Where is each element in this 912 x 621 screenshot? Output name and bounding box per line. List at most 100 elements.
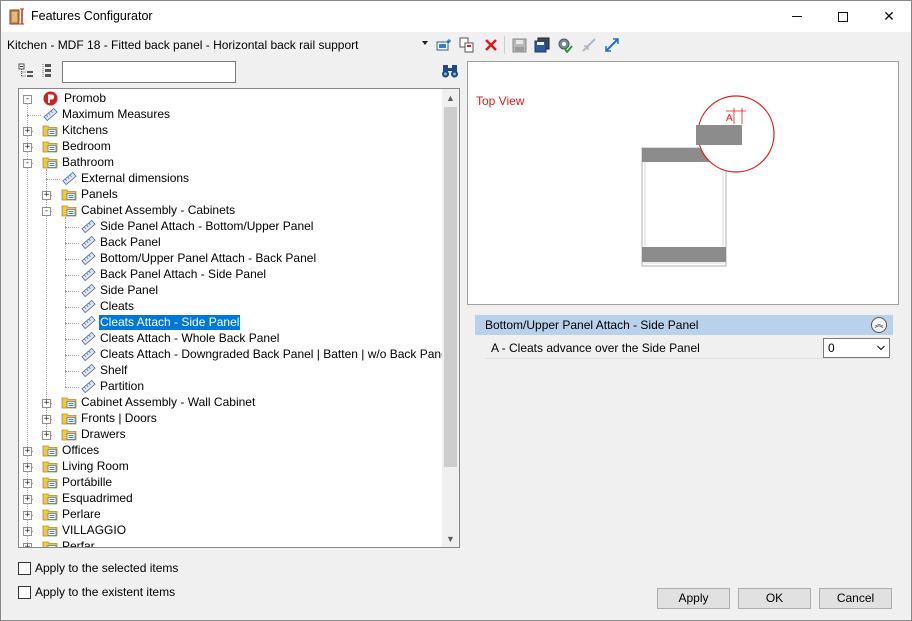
- tree-node[interactable]: External dimensions: [19, 171, 439, 187]
- item-icon: [81, 283, 96, 298]
- delete-configuration-button[interactable]: [482, 36, 500, 54]
- features-tree[interactable]: - Promob Maximum Measures + Kitchens + Bedroom…: [18, 88, 460, 548]
- tree-node[interactable]: + Offices: [19, 443, 439, 459]
- tree-node[interactable]: + Fronts | Doors: [19, 411, 439, 427]
- cancel-button[interactable]: Cancel: [819, 588, 892, 609]
- dropdown-arrow-icon[interactable]: [422, 41, 428, 45]
- tree-node[interactable]: + Esquadrimed: [19, 491, 439, 507]
- apply-selected-checkbox[interactable]: [18, 561, 31, 575]
- maximize-button[interactable]: [820, 1, 866, 32]
- folder-icon: [42, 461, 58, 473]
- tree-node[interactable]: - Cabinet Assembly - Cabinets: [19, 203, 439, 219]
- tree-node[interactable]: Side Panel: [19, 283, 439, 299]
- tree-node[interactable]: Cleats: [19, 299, 439, 315]
- ok-button[interactable]: OK: [738, 588, 811, 609]
- window-title: Features Configurator: [31, 9, 153, 23]
- save-as-button[interactable]: [533, 36, 551, 54]
- save-button[interactable]: [510, 36, 528, 54]
- tree-node[interactable]: Shelf: [19, 363, 439, 379]
- folder-icon: [42, 493, 58, 505]
- search-input[interactable]: [62, 61, 236, 83]
- tree-node[interactable]: + Perlare: [19, 507, 439, 523]
- expand-node-icon[interactable]: +: [23, 527, 32, 536]
- tree-node-label: Shelf: [100, 363, 128, 377]
- tree-node[interactable]: Partition: [19, 379, 439, 395]
- item-icon: [81, 315, 96, 330]
- tree-node[interactable]: Cleats Attach - Whole Back Panel: [19, 331, 439, 347]
- tree-connector: [27, 547, 33, 548]
- expand-node-icon[interactable]: +: [23, 463, 32, 472]
- tree-node[interactable]: + Living Room: [19, 459, 439, 475]
- tree-node-label: Portábille: [62, 475, 113, 489]
- expand-node-icon[interactable]: +: [42, 191, 51, 200]
- tree-scrollbar[interactable]: ▲ ▼: [442, 89, 459, 547]
- apply-button[interactable]: Apply: [657, 588, 730, 609]
- tree-node[interactable]: Back Panel Attach - Side Panel: [19, 267, 439, 283]
- item-icon: [81, 299, 96, 314]
- settings-button[interactable]: [556, 36, 574, 54]
- toolbar-separator: [504, 36, 505, 54]
- expand-node-icon[interactable]: +: [23, 543, 32, 547]
- expand-node-icon[interactable]: +: [23, 143, 32, 152]
- add-configuration-button[interactable]: [435, 36, 453, 54]
- expand-node-icon[interactable]: +: [23, 127, 32, 136]
- tree-node-label: Perfar: [62, 539, 95, 548]
- expand-node-icon[interactable]: +: [23, 511, 32, 520]
- copy-configuration-button[interactable]: [458, 36, 476, 54]
- tree-node[interactable]: Back Panel: [19, 235, 439, 251]
- tree-node[interactable]: + Drawers: [19, 427, 439, 443]
- folder-icon: [61, 413, 77, 425]
- minimize-button[interactable]: [774, 1, 820, 32]
- close-button[interactable]: ✕: [866, 1, 912, 32]
- tree-node-label: Side Panel: [100, 283, 159, 297]
- tree-node[interactable]: + Cabinet Assembly - Wall Cabinet: [19, 395, 439, 411]
- collapse-node-icon[interactable]: -: [42, 207, 51, 216]
- tree-node-label: Cabinet Assembly - Cabinets: [81, 203, 236, 217]
- apply-existent-checkbox[interactable]: [18, 585, 31, 599]
- tree-node[interactable]: + Portábille: [19, 475, 439, 491]
- tree-expand-icon[interactable]: [18, 63, 34, 79]
- item-icon: [81, 219, 96, 234]
- property-value-dropdown[interactable]: 0: [823, 338, 890, 358]
- binoculars-icon[interactable]: [441, 63, 459, 79]
- tree-node[interactable]: + Bedroom: [19, 139, 439, 155]
- save-icon: [512, 38, 526, 52]
- expand-node-icon[interactable]: +: [42, 415, 51, 424]
- configuration-dropdown[interactable]: Kitchen - MDF 18 - Fitted back panel - H…: [6, 35, 432, 55]
- tree-list-icon[interactable]: [41, 63, 57, 79]
- tree-connector: [65, 307, 79, 308]
- tree-node[interactable]: + Perfar: [19, 539, 439, 548]
- tree-node-label: Back Panel Attach - Side Panel: [100, 267, 267, 281]
- property-group-header[interactable]: Bottom/Upper Panel Attach - Side Panel ︽: [475, 315, 893, 335]
- collapse-all-button[interactable]: [580, 36, 598, 54]
- tree-node[interactable]: Side Panel Attach - Bottom/Upper Panel: [19, 219, 439, 235]
- expand-node-icon[interactable]: +: [42, 399, 51, 408]
- scroll-down-arrow-icon[interactable]: ▼: [442, 530, 459, 547]
- tree-node[interactable]: - Bathroom: [19, 155, 439, 171]
- tree-node[interactable]: Maximum Measures: [19, 107, 439, 123]
- zoom-panel-shape: [696, 125, 742, 145]
- apply-selected-option[interactable]: Apply to the selected items: [18, 560, 178, 576]
- tree-node[interactable]: + Kitchens: [19, 123, 439, 139]
- collapse-node-icon[interactable]: -: [23, 159, 32, 168]
- tree-node[interactable]: Cleats Attach - Side Panel: [19, 314, 439, 331]
- tree-node[interactable]: + Panels: [19, 187, 439, 203]
- scroll-up-arrow-icon[interactable]: ▲: [442, 89, 459, 106]
- chevron-down-icon: [877, 345, 885, 351]
- item-icon: [43, 107, 58, 122]
- expand-node-icon[interactable]: +: [23, 495, 32, 504]
- expand-node-icon[interactable]: +: [42, 431, 51, 440]
- tree-node[interactable]: Cleats Attach - Downgraded Back Panel | …: [19, 347, 450, 363]
- folder-icon: [42, 125, 58, 137]
- expand-all-button[interactable]: [603, 36, 621, 54]
- add-config-icon: [436, 39, 451, 51]
- scroll-thumb[interactable]: [444, 107, 457, 467]
- collapse-group-icon[interactable]: ︽: [871, 317, 887, 333]
- tree-node[interactable]: Bottom/Upper Panel Attach - Back Panel: [19, 251, 439, 267]
- tree-node[interactable]: + VILLAGGIO: [19, 523, 439, 539]
- tree-connector: [27, 115, 41, 116]
- tree-node-label: Drawers: [81, 427, 126, 441]
- apply-existent-option[interactable]: Apply to the existent items: [18, 584, 175, 600]
- expand-node-icon[interactable]: +: [23, 479, 32, 488]
- expand-node-icon[interactable]: +: [23, 447, 32, 456]
